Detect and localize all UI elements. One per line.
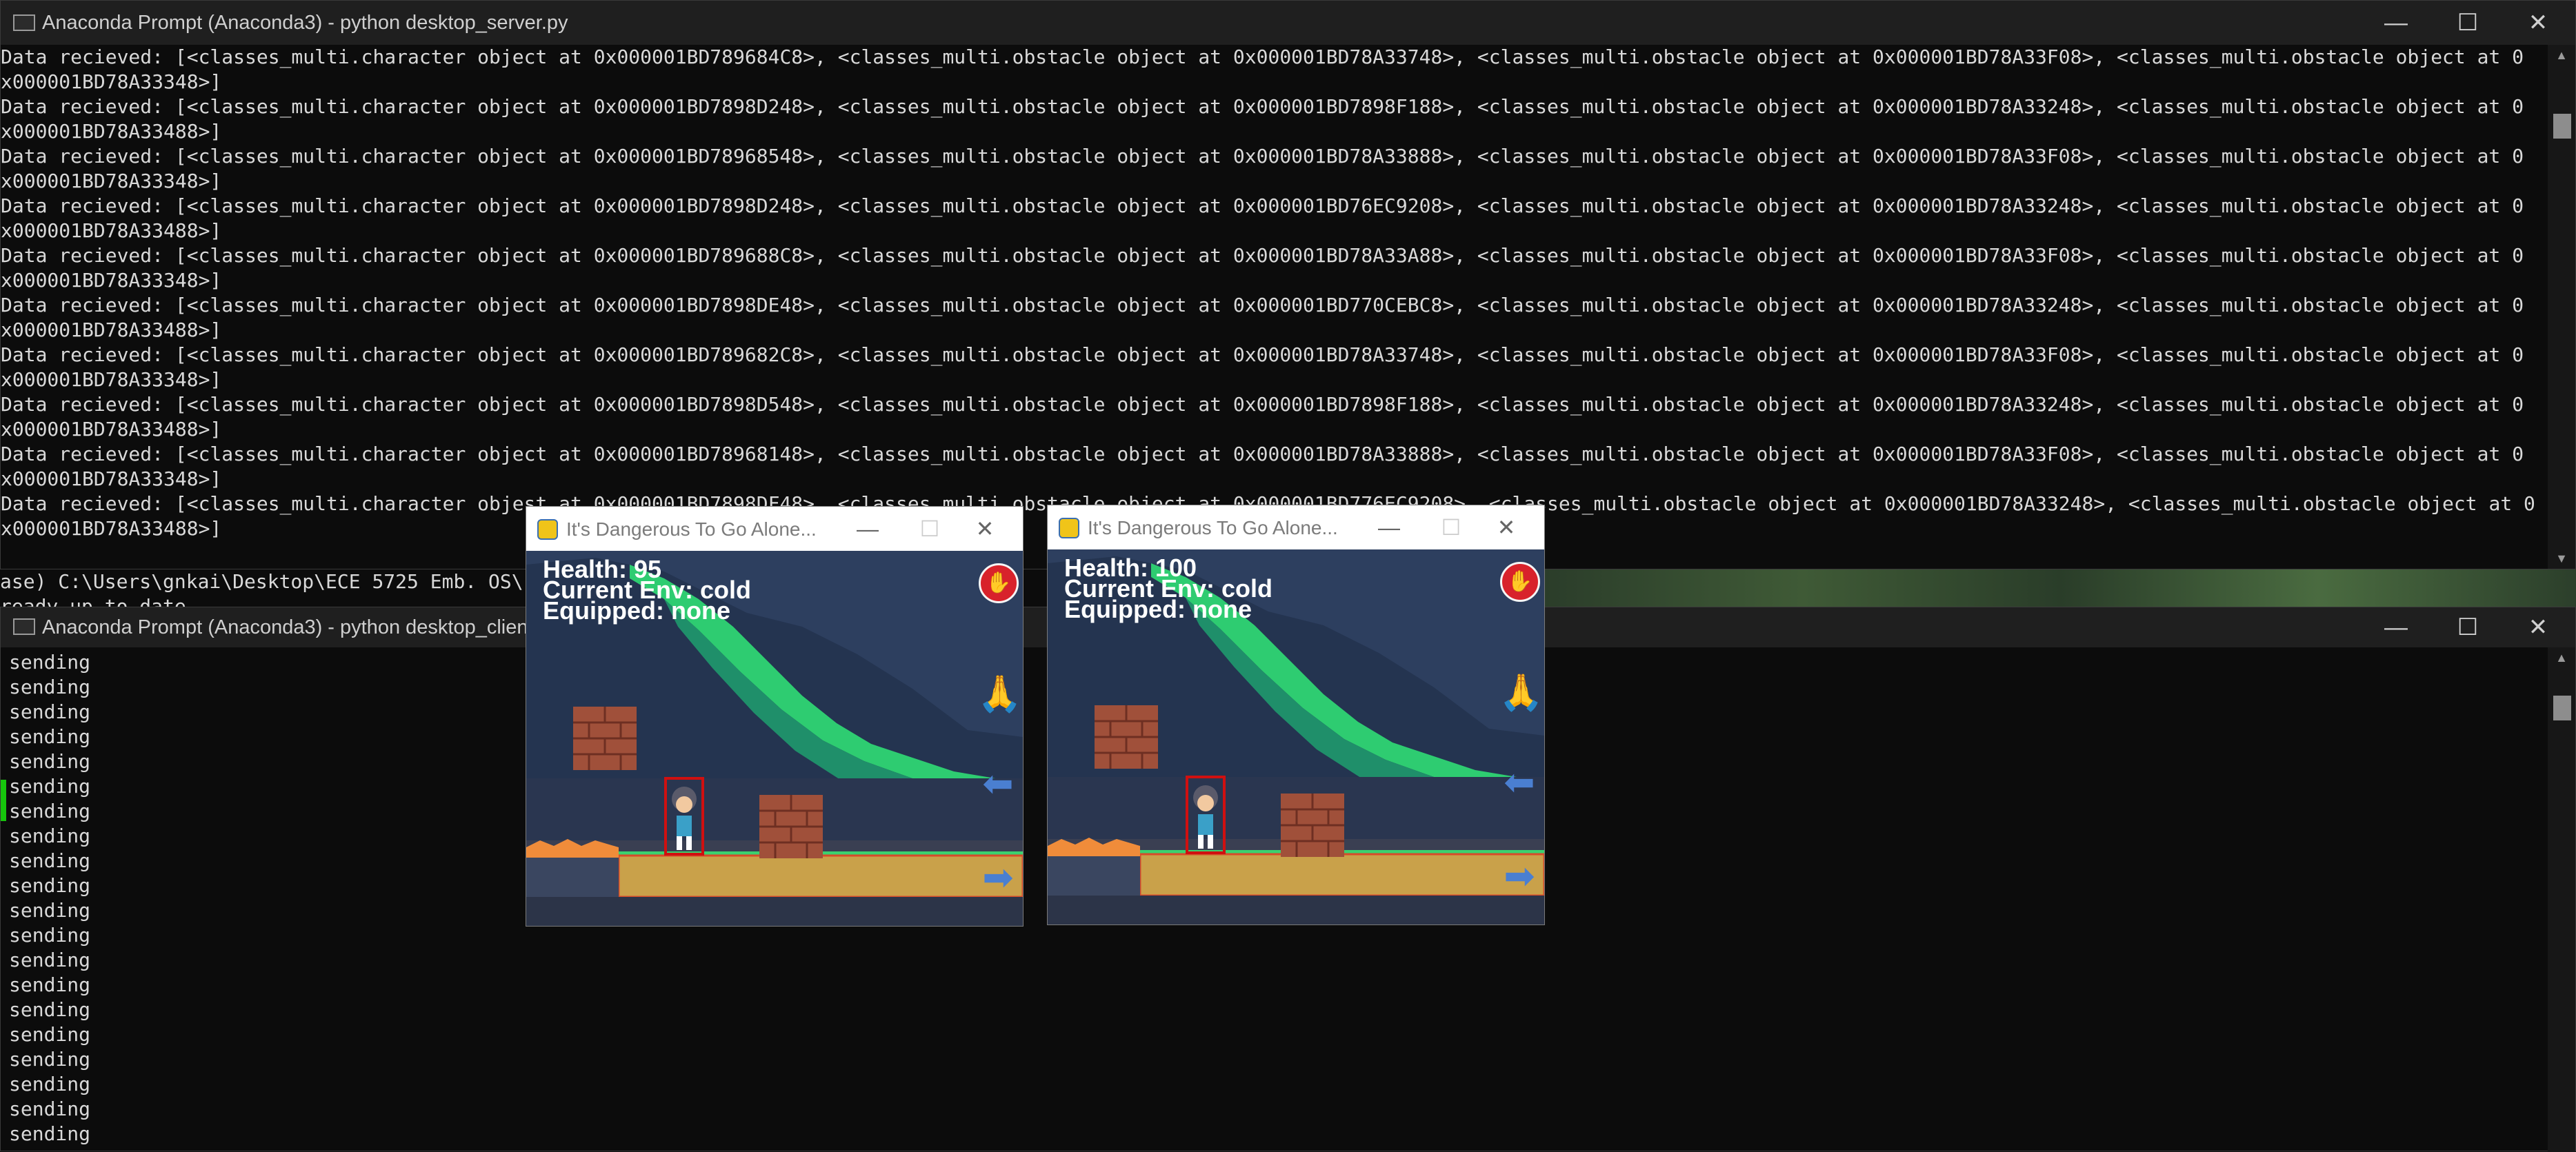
console-line: x000001BD78A33488>] [1,418,222,441]
console-line: sending [9,998,91,1021]
console-line: x000001BD78A33348>] [1,70,222,93]
console-line: Data recieved: [<classes_multi.character… [1,244,2524,267]
minimize-button[interactable]: — [843,507,892,551]
arrow-left-icon[interactable]: ⬅ [976,765,1020,802]
close-button[interactable]: ✕ [2504,1,2573,45]
scroll-up-icon[interactable]: ▲ [2548,45,2575,65]
close-button[interactable]: ✕ [961,507,1009,551]
scroll-up-icon[interactable]: ▲ [2548,647,2575,668]
equipped-label: Equipped: none [543,596,730,625]
scroll-thumb[interactable] [2553,696,2571,720]
console-line: sending [9,1023,91,1046]
console-line: Data recieved: [<classes_multi.character… [1,343,2524,366]
minimize-button[interactable]: — [2362,1,2430,45]
console-line: Data recieved: [<classes_multi.character… [1,393,2524,416]
server-console-output: Data recieved: [<classes_multi.character… [1,45,2548,548]
scroll-thumb[interactable] [2553,114,2571,139]
console-line: sending [9,924,91,947]
console-line: x000001BD78A33488>] [1,219,222,242]
console-line: x000001BD78A33488>] [1,120,222,143]
pygame-icon [1059,518,1079,538]
game-canvas[interactable]: Health: 95 Current Env: cold Equipped: n… [526,551,1023,926]
game-titlebar[interactable]: It's Dangerous To Go Alone... — ☐ ✕ [526,507,1023,551]
brick-block [1281,794,1344,857]
console-line: sending [9,1122,91,1145]
game-canvas[interactable]: Health: 100 Current Env: cold Equipped: … [1048,549,1544,924]
minimize-button[interactable]: — [1365,505,1413,549]
game-window[interactable]: It's Dangerous To Go Alone... — ☐ ✕ Heal… [1047,505,1545,925]
console-line: sending [9,1048,91,1071]
pray-icon[interactable]: 🙏 [977,674,1022,715]
game-window-title: It's Dangerous To Go Alone... [1088,517,1338,538]
close-button[interactable]: ✕ [1482,505,1530,549]
console-line: Data recieved: [<classes_multi.character… [1,46,2524,68]
console-line: Data recieved: [<classes_multi.character… [1,294,2524,316]
ground-platform [1140,854,1544,896]
console-line: sending [9,1073,91,1095]
console-line: x000001BD78A33348>] [1,170,222,192]
pygame-icon [537,519,558,540]
arrow-right-icon[interactable]: ➡ [1497,858,1541,895]
maximize-button[interactable]: ☐ [906,507,954,551]
server-titlebar[interactable]: Anaconda Prompt (Anaconda3) - python des… [1,1,2575,45]
console-line: x000001BD78A33348>] [1,269,222,292]
console-icon [13,618,35,635]
server-console-window[interactable]: Anaconda Prompt (Anaconda3) - python des… [0,0,2576,569]
console-line: x000001BD78A33348>] [1,467,222,490]
console-line: Data recieved: [<classes_multi.character… [1,194,2524,217]
scroll-down-icon[interactable]: ▼ [2548,548,2575,569]
console-line: x000001BD78A33348>] [1,368,222,391]
minimize-button[interactable]: — [2362,607,2430,647]
server-scrollbar[interactable]: ▲ ▼ [2548,45,2575,569]
console-line: x000001BD78A33488>] [1,319,222,341]
maximize-button[interactable]: ☐ [2433,607,2502,647]
maximize-button[interactable]: ☐ [1427,505,1475,549]
console-line: sending [9,949,91,971]
pray-icon[interactable]: 🙏 [1499,672,1544,714]
game-window-title: It's Dangerous To Go Alone... [566,518,817,540]
arrow-left-icon[interactable]: ⬅ [1497,764,1541,801]
console-icon [13,14,35,31]
console-line: Data recieved: [<classes_multi.character… [1,443,2524,465]
close-button[interactable]: ✕ [2504,607,2573,647]
console-line: Data recieved: [<classes_multi.character… [1,95,2524,118]
ground-platform [619,856,1023,897]
brick-block [759,795,823,858]
console-line: Data recieved: [<classes_multi.character… [1,145,2524,168]
game-window[interactable]: It's Dangerous To Go Alone... — ☐ ✕ Heal… [526,506,1024,927]
maximize-button[interactable]: ☐ [2433,1,2502,45]
brick-block [1095,705,1158,769]
game-titlebar[interactable]: It's Dangerous To Go Alone... — ☐ ✕ [1048,505,1544,549]
stop-hand-icon[interactable]: ✋ [1500,562,1540,602]
server-window-title: Anaconda Prompt (Anaconda3) - python des… [42,12,568,34]
equipped-label: Equipped: none [1064,595,1252,623]
left-edge-indicator [1,780,6,821]
stop-hand-icon[interactable]: ✋ [979,563,1019,603]
arrow-right-icon[interactable]: ➡ [976,859,1020,896]
brick-block [573,707,637,770]
console-line: sending [9,973,91,996]
console-line: sending [9,1098,91,1120]
client-scrollbar[interactable]: ▲ [2548,647,2575,1152]
client-window-title: Anaconda Prompt (Anaconda3) - python des… [42,616,561,638]
